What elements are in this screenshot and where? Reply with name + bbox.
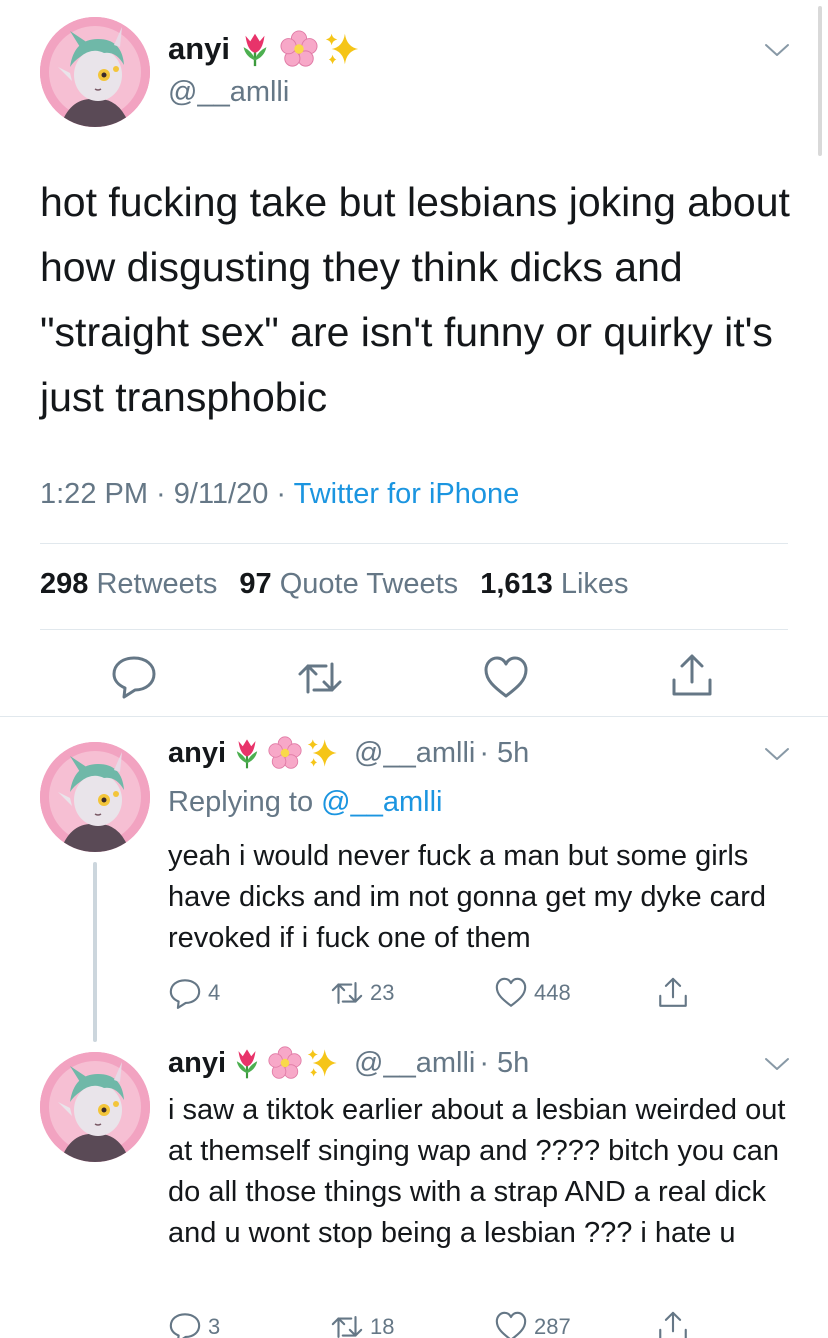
share-button[interactable] — [668, 652, 716, 700]
chevron-down-icon[interactable] — [764, 1056, 790, 1072]
tweet-source-link[interactable]: Twitter for iPhone — [294, 478, 520, 510]
reply-icon — [168, 1310, 202, 1338]
divider — [0, 716, 828, 717]
retweet-count: 18 — [370, 1314, 395, 1338]
share-icon — [656, 976, 690, 1010]
like-button[interactable]: 287 — [494, 1310, 571, 1338]
reply-header[interactable]: anyi @__amlli · 5h — [168, 736, 529, 770]
chevron-down-icon[interactable] — [764, 746, 790, 762]
reply-text: yeah i would never fuck a man but some g… — [168, 840, 767, 954]
tulip-emoji — [236, 30, 274, 68]
reply-button[interactable]: 4 — [168, 976, 220, 1010]
reply-age: · 5h — [479, 736, 530, 769]
cherry-blossom-emoji — [280, 30, 318, 68]
heart-icon — [494, 1310, 528, 1338]
handle: @__amlli — [354, 736, 476, 769]
sparkles-emoji — [324, 30, 362, 68]
quotes-count: 97 — [239, 568, 272, 600]
divider — [40, 629, 788, 630]
retweets-count: 298 — [40, 568, 89, 600]
retweet-count: 23 — [370, 980, 395, 1005]
tulip-emoji — [230, 1046, 264, 1080]
retweet-button[interactable]: 23 — [330, 976, 394, 1010]
divider — [40, 543, 788, 544]
retweets-stat[interactable]: 298 Retweets — [40, 568, 217, 600]
like-button[interactable] — [482, 654, 530, 702]
display-name: anyi — [168, 31, 231, 66]
cherry-blossom-emoji — [268, 1046, 302, 1080]
share-icon — [656, 1310, 690, 1338]
mention-link[interactable]: @__amlli — [321, 786, 442, 818]
sparkles-emoji — [306, 736, 340, 770]
reply-button[interactable]: 3 — [168, 1310, 220, 1338]
retweet-button[interactable] — [296, 654, 344, 702]
avatar[interactable] — [40, 17, 150, 127]
like-count: 448 — [534, 980, 571, 1005]
handle[interactable]: @__amlli — [168, 76, 289, 109]
scrollbar[interactable] — [818, 6, 822, 156]
quote-tweets-stat[interactable]: 97 Quote Tweets — [239, 568, 458, 600]
like-button[interactable]: 448 — [494, 976, 571, 1010]
avatar-image — [40, 17, 150, 127]
handle: @__amlli — [354, 1046, 476, 1079]
tweet-time: 1:22 PM · 9/11/20 · — [40, 478, 294, 510]
cherry-blossom-emoji — [268, 736, 302, 770]
thread-line — [93, 862, 97, 1042]
avatar[interactable] — [40, 1052, 150, 1162]
chevron-down-icon[interactable] — [764, 42, 790, 58]
tweet-meta: 1:22 PM · 9/11/20 · Twitter for iPhone — [40, 478, 519, 511]
reply-button[interactable] — [110, 652, 158, 700]
tweet-text: hot fucking take but lesbians joking abo… — [40, 179, 790, 420]
share-button[interactable] — [656, 1310, 690, 1338]
replying-prefix: Replying to — [168, 786, 322, 818]
retweet-icon — [296, 654, 344, 702]
main-tweet-name-row[interactable]: anyi — [168, 30, 362, 68]
retweets-label: Retweets — [96, 568, 218, 600]
reply-icon — [110, 652, 158, 700]
share-button[interactable] — [656, 976, 690, 1010]
sparkles-emoji — [306, 1046, 340, 1080]
retweet-button[interactable]: 18 — [330, 1310, 394, 1338]
likes-label: Likes — [560, 568, 629, 600]
replying-to: Replying to @__amlli — [168, 786, 442, 819]
heart-icon — [482, 654, 530, 702]
avatar[interactable] — [40, 742, 150, 852]
reply-count: 4 — [208, 980, 221, 1005]
retweet-icon — [330, 976, 364, 1010]
retweet-icon — [330, 1310, 364, 1338]
display-name: anyi — [168, 736, 227, 769]
avatar-image — [40, 1052, 150, 1162]
avatar-image — [40, 742, 150, 852]
display-name: anyi — [168, 1046, 227, 1079]
reply-text: i saw a tiktok earlier about a lesbian w… — [168, 1094, 786, 1249]
tulip-emoji — [230, 736, 264, 770]
likes-stat[interactable]: 1,613 Likes — [480, 568, 628, 600]
share-icon — [668, 652, 716, 700]
quotes-label: Quote Tweets — [279, 568, 459, 600]
heart-icon — [494, 976, 528, 1010]
reply-count: 3 — [208, 1314, 221, 1338]
reply-age: · 5h — [479, 1046, 530, 1079]
tweet-stats: 298 Retweets 97 Quote Tweets 1,613 Likes — [40, 568, 643, 601]
like-count: 287 — [534, 1314, 571, 1338]
reply-header[interactable]: anyi @__amlli · 5h — [168, 1046, 529, 1080]
reply-icon — [168, 976, 202, 1010]
likes-count: 1,613 — [480, 568, 553, 600]
